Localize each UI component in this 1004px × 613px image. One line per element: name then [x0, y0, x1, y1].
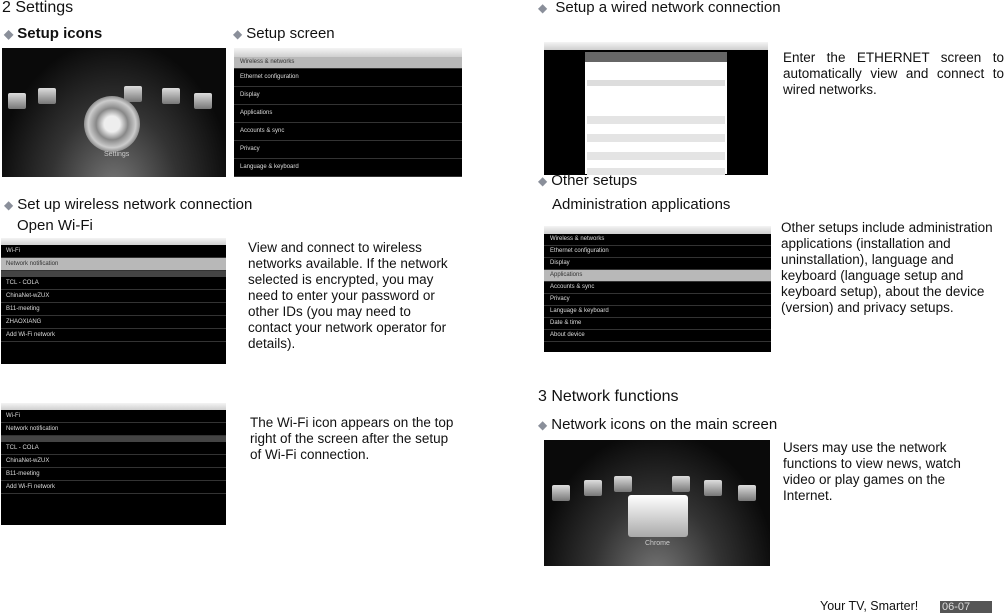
- list-item: About device: [544, 330, 771, 342]
- section-title: 2 Settings: [2, 0, 74, 16]
- bullet-icon: ◆: [4, 198, 14, 212]
- list-item: Ethernet configuration: [544, 246, 771, 258]
- network-icons-heading: ◆ Network icons on the main screen: [538, 416, 778, 433]
- wired-description: Enter the ETHERNET screen to automatical…: [783, 50, 1004, 97]
- list-item: Date & time: [544, 318, 771, 330]
- network-description: Users may use the network functions to v…: [783, 440, 961, 503]
- network-icons-image: Chrome: [544, 440, 770, 566]
- setup-screen-heading: ◆ Setup screen: [233, 25, 335, 42]
- bullet-icon: ◆: [538, 1, 548, 15]
- bullet-icon: ◆: [4, 27, 14, 41]
- admin-settings-image: Wireless & networks Ethernet configurati…: [544, 226, 771, 352]
- page-number: 06-07: [940, 601, 992, 613]
- list-item: Wireless & networks: [544, 234, 771, 246]
- list-item: Wi-Fi: [1, 245, 226, 258]
- open-wifi-heading: Open Wi-Fi: [17, 217, 93, 234]
- list-item: ChinaNet-wZUX: [1, 290, 226, 303]
- bullet-icon: ◆: [233, 27, 243, 41]
- setup-icons-image: Settings: [2, 48, 226, 177]
- wifi-connected-image: Wi-Fi Network notification TCL - COLA Chi…: [1, 403, 226, 525]
- footer-slogan: Your TV, Smarter!: [820, 599, 919, 613]
- ethernet-screen-image: [544, 42, 768, 175]
- wireless-heading: ◆ Set up wireless network connection: [4, 196, 253, 213]
- section-title: 3 Network functions: [538, 388, 679, 405]
- list-item: Wi-Fi: [1, 410, 226, 423]
- wifi-description: View and connect to wireless networks av…: [248, 240, 448, 351]
- list-item: Privacy: [544, 294, 771, 306]
- other-setups-heading: ◆ Other setups: [538, 172, 638, 189]
- list-item: Display: [234, 87, 462, 105]
- list-item: Add Wi-Fi network: [1, 329, 226, 342]
- setup-screen-image: Wireless & networks Ethernet configurati…: [234, 48, 462, 177]
- list-item: Add Wi-Fi network: [1, 481, 226, 494]
- list-item: B11-meeting: [1, 468, 226, 481]
- list-item: Applications: [544, 270, 771, 282]
- setup-icons-heading: ◆ Setup icons: [4, 25, 103, 42]
- list-item: Network notification: [1, 258, 226, 271]
- list-item: ZHAOXIANG: [1, 316, 226, 329]
- wifi-settings-image: Wi-Fi Network notification TCL - COLA Chi…: [1, 238, 226, 364]
- list-item: Ethernet configuration: [234, 69, 462, 87]
- list-item: Language & keyboard: [544, 306, 771, 318]
- list-item: TCL - COLA: [1, 442, 226, 455]
- wired-heading: ◆ Setup a wired network connection: [538, 0, 781, 16]
- bullet-icon: ◆: [538, 418, 548, 432]
- list-item: TCL - COLA: [1, 277, 226, 290]
- admin-apps-heading: Administration applications: [552, 196, 731, 213]
- list-item: Privacy: [234, 141, 462, 159]
- bullet-icon: ◆: [538, 174, 548, 188]
- list-item: Wireless & networks: [234, 57, 462, 69]
- list-item: Accounts & sync: [544, 282, 771, 294]
- other-setups-description: Other setups include administration appl…: [781, 220, 993, 315]
- list-item: Display: [544, 258, 771, 270]
- list-item: Language & keyboard: [234, 159, 462, 177]
- list-item: Accounts & sync: [234, 123, 462, 141]
- list-item: Applications: [234, 105, 462, 123]
- list-item: Network notification: [1, 423, 226, 436]
- list-item: ChinaNet-wZUX: [1, 455, 226, 468]
- wifi-icon-description: The Wi-Fi icon appears on the top right …: [250, 415, 454, 462]
- list-item: B11-meeting: [1, 303, 226, 316]
